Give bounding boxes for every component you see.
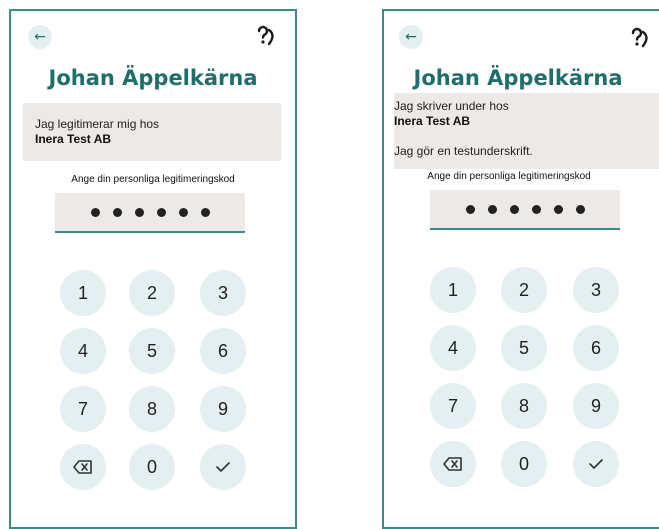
confirm-key[interactable] [200, 444, 246, 490]
backspace-icon [443, 457, 462, 471]
pin-dot [553, 204, 563, 214]
user-name: Johan Äppelkärna [48, 66, 258, 90]
pin-dot [90, 207, 100, 217]
pin-dot [134, 207, 144, 217]
pin-dot [200, 207, 210, 217]
check-icon [216, 462, 230, 472]
pin-dot [112, 207, 122, 217]
backspace-key[interactable] [430, 441, 476, 487]
key-7[interactable]: 7 [60, 386, 106, 432]
key-3[interactable]: 3 [573, 267, 619, 313]
help-person-icon[interactable] [626, 23, 656, 53]
info-action-text: Jag legitimerar mig hos [35, 117, 160, 131]
pin-input[interactable] [430, 190, 620, 230]
key-5[interactable]: 5 [129, 328, 175, 374]
pin-dot [531, 204, 541, 214]
backspace-icon [73, 460, 92, 474]
backspace-key[interactable] [60, 444, 106, 490]
phone-screen-login: ← Johan Äppelkärna Jag legitimerar mig h… [9, 9, 297, 529]
key-9[interactable]: 9 [573, 383, 619, 429]
help-person-icon[interactable] [252, 21, 282, 51]
back-arrow-icon[interactable]: ← [28, 25, 52, 49]
key-6[interactable]: 6 [200, 328, 246, 374]
check-icon [589, 459, 603, 469]
key-7[interactable]: 7 [430, 383, 476, 429]
pin-input[interactable] [55, 193, 245, 233]
key-4[interactable]: 4 [60, 328, 106, 374]
phone-screen-sign: ← Johan Äppelkärna Jag skriver under hos… [382, 9, 659, 529]
pin-dot [487, 204, 497, 214]
key-5[interactable]: 5 [501, 325, 547, 371]
back-arrow-icon[interactable]: ← [399, 25, 423, 49]
pin-dot [465, 204, 475, 214]
user-name: Johan Äppelkärna [413, 66, 623, 90]
pin-dot [156, 207, 166, 217]
pin-dot [509, 204, 519, 214]
key-1[interactable]: 1 [60, 270, 106, 316]
pin-label: Ange din personliga legitimeringskod [71, 174, 235, 185]
key-0[interactable]: 0 [129, 444, 175, 490]
key-4[interactable]: 4 [430, 325, 476, 371]
key-6[interactable]: 6 [573, 325, 619, 371]
info-organization: Inera Test AB [35, 132, 112, 146]
pin-label: Ange din personliga legitimeringskod [427, 171, 591, 182]
pin-dot [575, 204, 585, 214]
info-action-text: Jag skriver under hos [394, 99, 509, 113]
pin-dot [178, 207, 188, 217]
key-2[interactable]: 2 [501, 267, 547, 313]
key-1[interactable]: 1 [430, 267, 476, 313]
info-organization: Inera Test AB [394, 114, 471, 128]
key-8[interactable]: 8 [129, 386, 175, 432]
key-0[interactable]: 0 [501, 441, 547, 487]
info-box: Jag skriver under hos Inera Test AB Jag … [394, 93, 659, 169]
info-box: Jag legitimerar mig hos Inera Test AB [23, 103, 281, 161]
info-sign-text: Jag gör en testunderskrift. [394, 144, 533, 158]
key-8[interactable]: 8 [501, 383, 547, 429]
key-2[interactable]: 2 [129, 270, 175, 316]
key-9[interactable]: 9 [200, 386, 246, 432]
key-3[interactable]: 3 [200, 270, 246, 316]
confirm-key[interactable] [573, 441, 619, 487]
